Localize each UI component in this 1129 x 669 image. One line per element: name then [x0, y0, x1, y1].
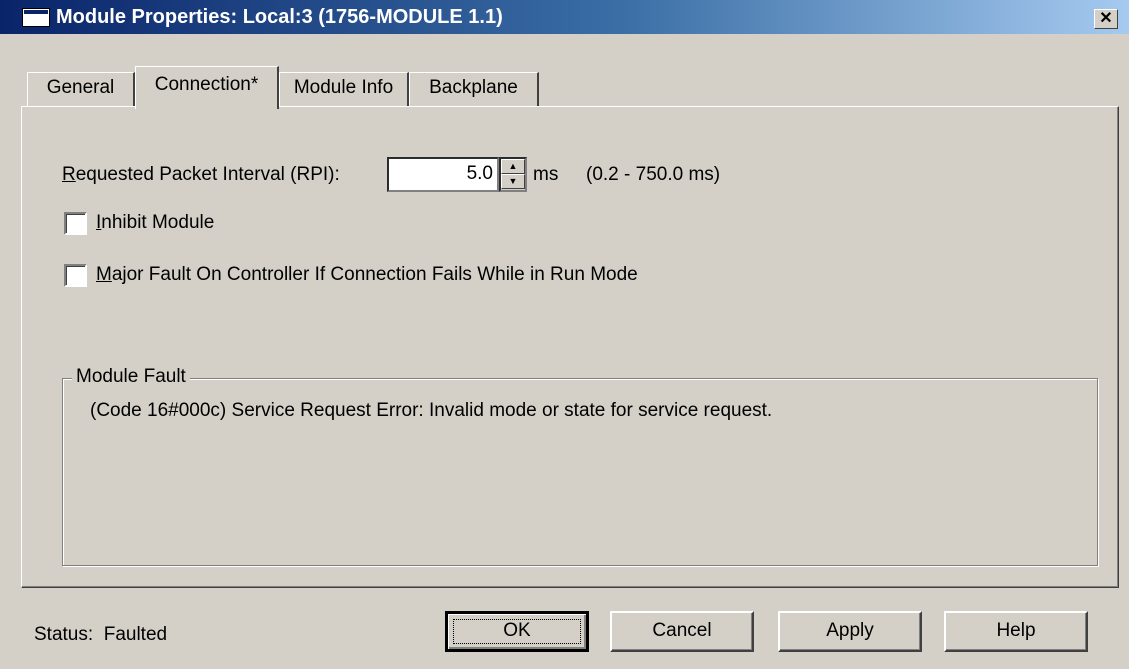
inhibit-module-label[interactable]: Inhibit Module: [96, 212, 214, 234]
status-label: Status:: [34, 624, 94, 645]
close-button[interactable]: ✕: [1094, 9, 1118, 29]
rpi-label-mnemonic: R: [62, 164, 76, 185]
status-value: Faulted: [103, 624, 168, 645]
rpi-label: Requested Packet Interval (RPI):: [62, 164, 340, 186]
focus-rect: [453, 619, 581, 644]
tab-general-label: General: [46, 77, 115, 98]
tab-connection[interactable]: Connection*: [135, 66, 279, 109]
apply-button[interactable]: Apply: [778, 611, 922, 652]
rpi-range: (0.2 - 750.0 ms): [586, 164, 721, 185]
close-icon: ✕: [1099, 10, 1113, 27]
rpi-unit: ms: [533, 164, 559, 185]
ok-button[interactable]: OK: [445, 611, 589, 652]
help-label: Help: [996, 620, 1036, 641]
tab-general[interactable]: General: [27, 72, 135, 106]
cancel-label: Cancel: [652, 620, 712, 641]
tab-backplane-label: Backplane: [429, 77, 518, 98]
module-fault-message: (Code 16#000c) Service Request Error: In…: [90, 400, 773, 421]
tab-backplane[interactable]: Backplane: [409, 72, 539, 106]
tab-module-info[interactable]: Module Info: [279, 72, 409, 106]
inhibit-module-checkbox[interactable]: [64, 212, 87, 235]
window-title: Module Properties: Local:3 (1756-MODULE …: [56, 6, 503, 28]
major-fault-mnemonic: M: [96, 264, 112, 285]
cancel-button[interactable]: Cancel: [610, 611, 754, 652]
major-fault-checkbox[interactable]: [64, 264, 87, 287]
rpi-label-text: equested Packet Interval (RPI):: [75, 164, 340, 185]
status-text: Status: Faulted: [34, 624, 167, 646]
rpi-input[interactable]: 5.0: [387, 157, 499, 192]
window-icon: [22, 8, 50, 27]
spin-down-icon[interactable]: ▼: [501, 174, 525, 189]
major-fault-text: ajor Fault On Controller If Connection F…: [111, 264, 638, 285]
major-fault-label[interactable]: Major Fault On Controller If Connection …: [96, 264, 638, 286]
rpi-spinner[interactable]: ▲ ▼: [499, 157, 527, 192]
title-bar[interactable]: Module Properties: Local:3 (1756-MODULE …: [0, 0, 1129, 34]
tab-module-info-label: Module Info: [293, 77, 394, 98]
inhibit-text: nhibit Module: [101, 212, 215, 233]
apply-label: Apply: [826, 620, 874, 641]
spin-up-icon[interactable]: ▲: [501, 159, 525, 174]
help-button[interactable]: Help: [944, 611, 1088, 652]
tab-connection-label: Connection*: [154, 74, 259, 95]
module-fault-legend: Module Fault: [72, 366, 190, 388]
